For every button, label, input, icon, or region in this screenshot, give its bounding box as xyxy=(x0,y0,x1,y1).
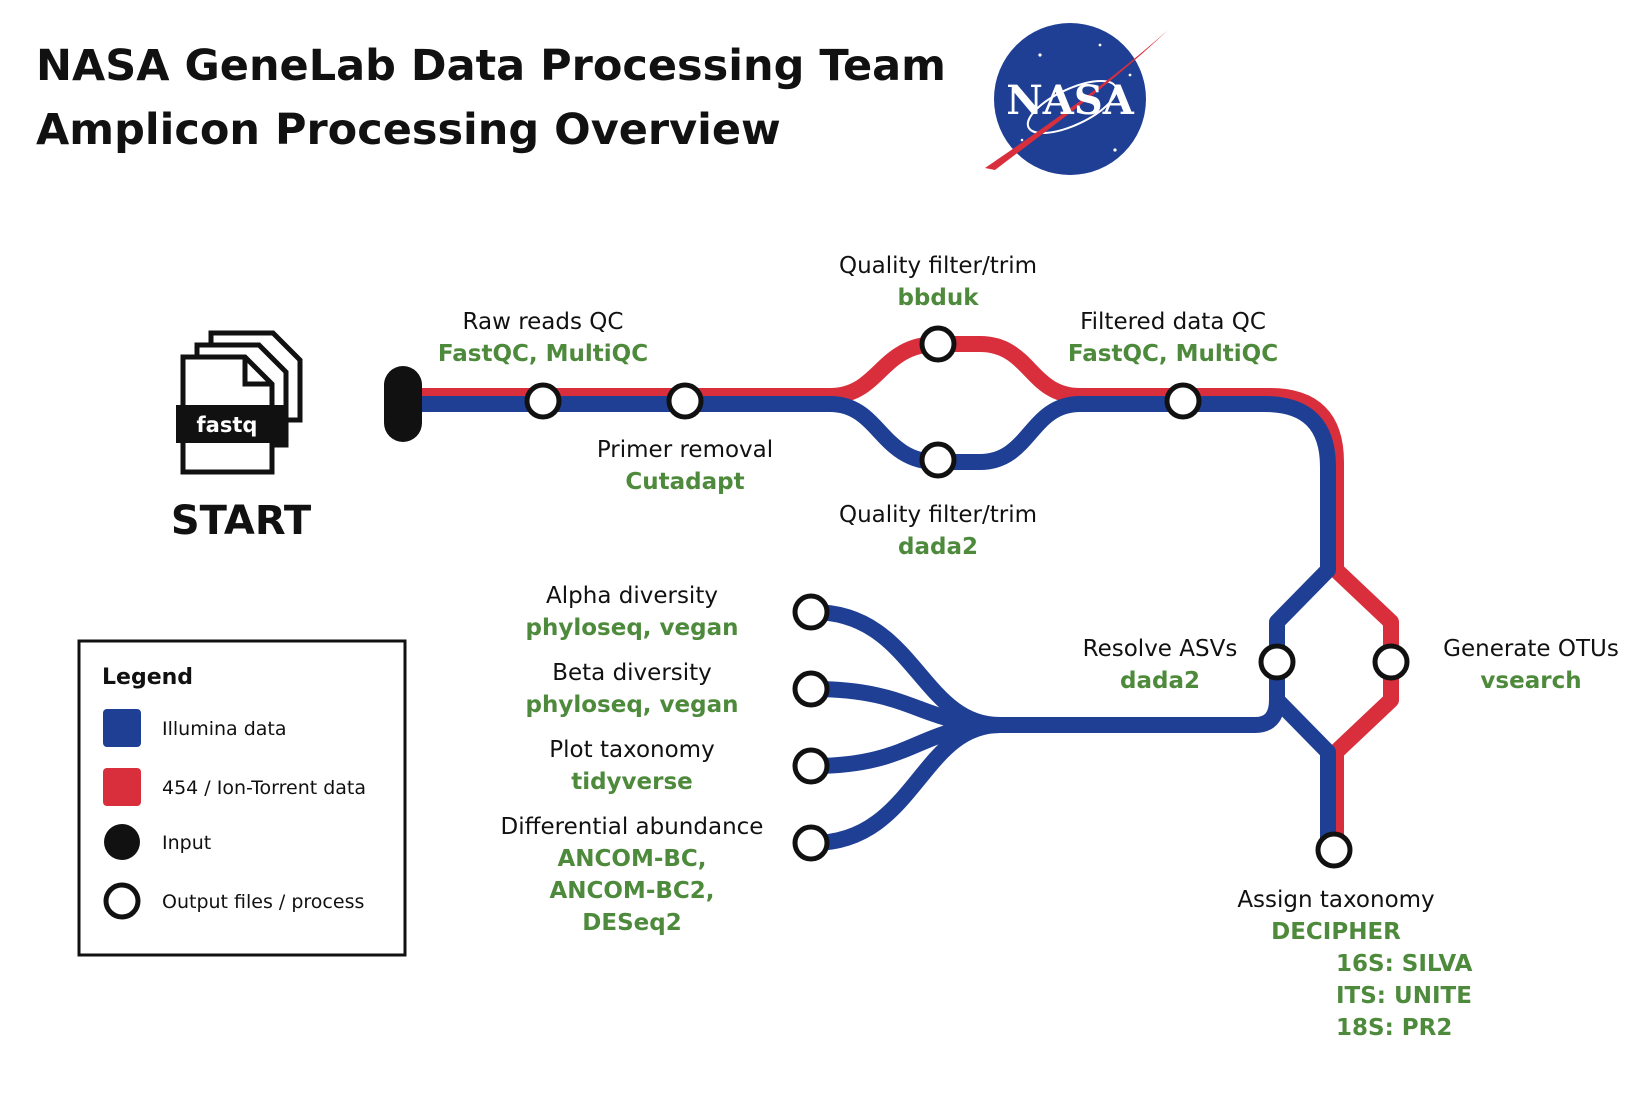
primer-label: Primer removal xyxy=(597,437,773,463)
qf-blue-label: Quality filter/trim xyxy=(839,502,1037,528)
node-resolve-asvs xyxy=(1258,643,1296,681)
downstream-branch-line xyxy=(992,692,1285,733)
node-quality-filter-dada2 xyxy=(919,441,957,479)
raw-qc-tool: FastQC, MultiQC xyxy=(438,341,648,367)
taxonomy-db-16s: 16S: SILVA xyxy=(1336,951,1473,977)
nasa-logo-icon: NASA xyxy=(985,23,1168,175)
filtered-qc-label: Filtered data QC xyxy=(1080,309,1266,335)
diff-tool-1: ANCOM-BC, xyxy=(557,846,706,872)
taxonomy-db-its: ITS: UNITE xyxy=(1336,983,1472,1009)
node-beta-diversity xyxy=(792,670,830,708)
legend-input-symbol xyxy=(104,824,140,860)
qf-red-label: Quality filter/trim xyxy=(839,253,1037,279)
legend-title: Legend xyxy=(102,665,193,690)
qf-red-tool: bbduk xyxy=(897,285,979,311)
node-differential-abundance xyxy=(792,824,830,862)
node-quality-filter-bbduk xyxy=(919,325,957,363)
alpha-label: Alpha diversity xyxy=(546,583,718,609)
node-generate-otus xyxy=(1372,643,1410,681)
legend-output-symbol xyxy=(103,882,141,920)
legend-ion-torrent-swatch xyxy=(103,768,141,806)
node-plot-taxonomy xyxy=(792,747,830,785)
taxonomy-db-18s: 18S: PR2 xyxy=(1336,1015,1452,1041)
plot-tax-label: Plot taxonomy xyxy=(549,737,714,763)
alpha-tool: phyloseq, vegan xyxy=(526,615,739,641)
diff-label: Differential abundance xyxy=(501,814,764,840)
otus-label: Generate OTUs xyxy=(1443,636,1619,662)
legend-output-label: Output files / process xyxy=(162,891,364,913)
file-stack-icon: fastq xyxy=(176,330,303,475)
nasa-logo-text: NASA xyxy=(1006,77,1134,124)
qf-blue-tool: dada2 xyxy=(898,534,978,560)
node-filtered-data-qc xyxy=(1164,382,1202,420)
asvs-label: Resolve ASVs xyxy=(1083,636,1238,662)
pipeline-diagram: NASA GeneLab Data Processing Team Amplic… xyxy=(36,23,1619,1041)
diff-tool-2: ANCOM-BC2, xyxy=(549,878,714,904)
node-raw-reads-qc xyxy=(524,382,562,420)
title-line-2: Amplicon Processing Overview xyxy=(36,105,781,155)
asvs-tool: dada2 xyxy=(1120,668,1200,694)
legend-illumina-swatch xyxy=(103,709,141,747)
raw-qc-label: Raw reads QC xyxy=(463,309,624,335)
title-line-1: NASA GeneLab Data Processing Team xyxy=(36,41,946,91)
input-terminal xyxy=(384,366,422,442)
legend: Legend Illumina data 454 / Ion-Torrent d… xyxy=(77,639,407,957)
beta-tool: phyloseq, vegan xyxy=(526,692,739,718)
otus-tool: vsearch xyxy=(1480,668,1581,694)
legend-ion-torrent-label: 454 / Ion-Torrent data xyxy=(162,777,366,799)
fastq-file-label: fastq xyxy=(197,413,258,437)
diff-tool-3: DESeq2 xyxy=(582,910,681,936)
legend-input-label: Input xyxy=(162,832,211,854)
node-alpha-diversity xyxy=(792,593,830,631)
beta-label: Beta diversity xyxy=(552,660,712,686)
primer-tool: Cutadapt xyxy=(625,469,744,495)
node-assign-taxonomy xyxy=(1315,831,1353,869)
taxonomy-label: Assign taxonomy xyxy=(1237,887,1434,913)
filtered-qc-tool: FastQC, MultiQC xyxy=(1068,341,1278,367)
node-primer-removal xyxy=(666,382,704,420)
taxonomy-tool: DECIPHER xyxy=(1271,919,1401,945)
legend-illumina-label: Illumina data xyxy=(162,718,287,740)
start-label: START xyxy=(171,498,312,544)
plot-tax-tool: tidyverse xyxy=(571,769,693,795)
